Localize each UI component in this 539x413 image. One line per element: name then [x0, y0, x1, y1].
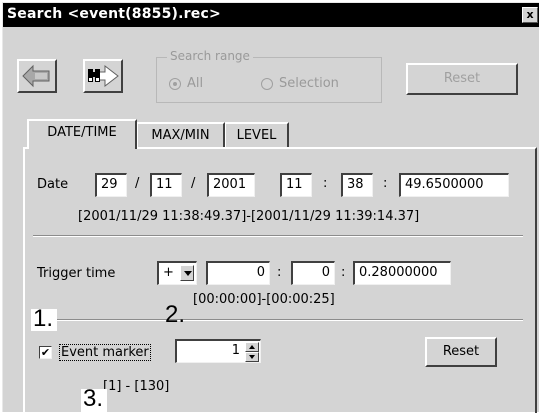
event-marker-range-text: [1] - [130] — [103, 379, 170, 394]
time-separator: : — [341, 265, 346, 280]
event-marker-label[interactable]: Event marker — [59, 344, 151, 361]
minute-field[interactable]: 38 — [341, 173, 373, 197]
annotation-2: 2. — [165, 301, 186, 328]
annotation-1: 1. — [33, 305, 54, 332]
time-separator: : — [383, 176, 388, 191]
trigger-sign-value: + — [163, 265, 174, 280]
radio-selection-label: Selection — [279, 76, 339, 91]
spin-buttons[interactable] — [245, 342, 259, 362]
divider — [33, 235, 523, 237]
search-range-legend: Search range — [167, 49, 253, 63]
date-time-panel: Date 29 / 11 / 2001 11 : 38 : 49.6500000… — [23, 147, 537, 413]
date-label: Date — [37, 177, 69, 192]
annotation-3: 3. — [83, 385, 104, 412]
tab-max-min-label: MAX/MIN — [151, 128, 210, 143]
trigger-second-field[interactable]: 0.28000000 — [353, 261, 451, 285]
time-separator: : — [277, 265, 282, 280]
time-separator: : — [323, 176, 328, 191]
tab-date-time-label: DATE/TIME — [47, 125, 117, 140]
binoculars-arrow-icon — [88, 64, 119, 88]
close-button[interactable]: x — [522, 7, 538, 23]
event-marker-spinner[interactable]: 1 — [175, 339, 261, 363]
arrow-left-icon — [22, 64, 50, 88]
day-field[interactable]: 29 — [95, 173, 127, 197]
radio-all[interactable] — [169, 78, 181, 90]
date-range-text: [2001/11/29 11:38:49.37]-[2001/11/29 11:… — [78, 209, 420, 224]
spin-down-icon[interactable] — [245, 352, 259, 362]
date-separator: / — [191, 176, 196, 191]
event-marker-reset-label: Reset — [442, 344, 480, 359]
month-field[interactable]: 11 — [150, 173, 182, 197]
trigger-time-label: Trigger time — [37, 266, 116, 281]
title-bar: Search <event(8855).rec> x — [3, 3, 539, 27]
event-marker-reset-button[interactable]: Reset — [425, 337, 497, 367]
divider — [33, 319, 523, 321]
hour-field[interactable]: 11 — [280, 173, 312, 197]
tab-level[interactable]: LEVEL — [225, 122, 289, 148]
trigger-hour-field[interactable]: 0 — [206, 261, 270, 285]
search-next-button[interactable] — [83, 59, 123, 93]
radio-all-label: All — [187, 76, 204, 91]
window-title: Search <event(8855).rec> — [7, 6, 221, 22]
tab-level-label: LEVEL — [236, 128, 277, 143]
tab-date-time[interactable]: DATE/TIME — [27, 119, 137, 149]
spin-up-icon[interactable] — [245, 342, 259, 352]
second-field[interactable]: 49.6500000 — [399, 173, 509, 197]
reset-range-label: Reset — [443, 71, 481, 86]
trigger-minute-field[interactable]: 0 — [291, 261, 335, 285]
search-dialog: Search <event(8855).rec> x Search range … — [2, 2, 539, 413]
search-range-group: Search range All Selection — [156, 49, 382, 103]
trigger-sign-select[interactable]: + — [157, 261, 197, 285]
year-field[interactable]: 2001 — [207, 173, 255, 197]
reset-range-button[interactable]: Reset — [406, 63, 518, 95]
trigger-range-text: [00:00:00]-[00:00:25] — [193, 292, 335, 307]
back-button[interactable] — [17, 59, 57, 93]
event-marker-checkbox[interactable]: ✔ — [39, 346, 52, 359]
chevron-down-icon[interactable] — [180, 265, 194, 281]
tab-max-min[interactable]: MAX/MIN — [137, 122, 225, 148]
event-marker-value: 1 — [231, 343, 240, 358]
date-separator: / — [135, 176, 140, 191]
radio-selection[interactable] — [261, 78, 273, 90]
